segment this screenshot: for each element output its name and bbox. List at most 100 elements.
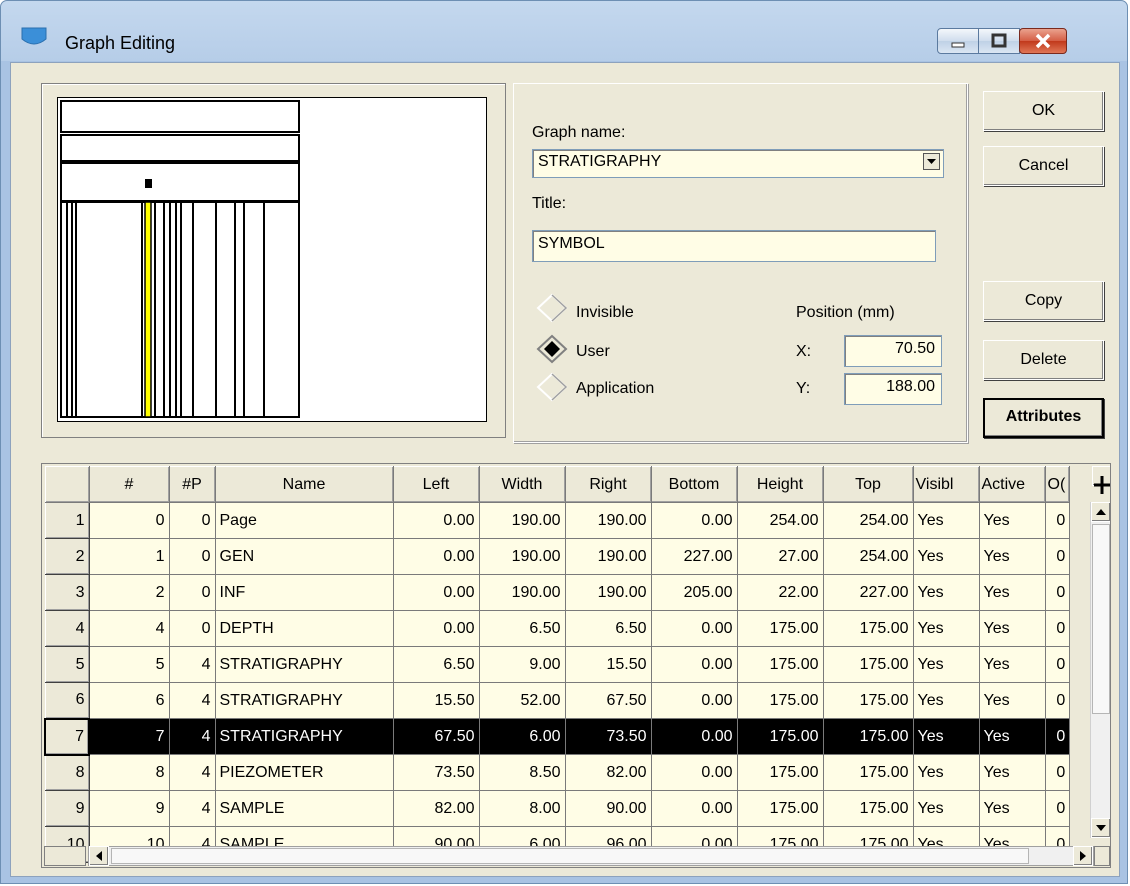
table-cell[interactable]: 175.00: [822, 682, 914, 719]
radio-application[interactable]: [536, 372, 576, 402]
table-cell[interactable]: 0.00: [650, 646, 738, 683]
table-cell[interactable]: 0.00: [650, 610, 738, 647]
table-row[interactable]: 4 4 0 DEPTH 0.00 6.50 6.50 0.00 175.00 175.00 Yes Y…: [44, 610, 1071, 647]
table-cell[interactable]: 67.50: [564, 682, 652, 719]
table-cell[interactable]: 4: [168, 790, 216, 827]
scroll-up-button[interactable]: [1091, 502, 1110, 522]
column-header[interactable]: Visibl: [912, 466, 980, 503]
table-cell[interactable]: 22.00: [736, 574, 824, 611]
add-column-button[interactable]: [1092, 466, 1110, 494]
table-cell[interactable]: 190.00: [478, 538, 566, 575]
table-cell[interactable]: 0: [168, 502, 216, 539]
table-cell[interactable]: 0.00: [392, 574, 480, 611]
table-cell[interactable]: 2: [88, 574, 170, 611]
vertical-scroll-thumb[interactable]: [1092, 524, 1110, 714]
table-cell[interactable]: Yes: [978, 646, 1046, 683]
column-header[interactable]: #: [88, 466, 170, 503]
dropdown-button[interactable]: [923, 153, 940, 170]
table-cell[interactable]: Yes: [978, 538, 1046, 575]
scroll-right-button[interactable]: [1073, 846, 1093, 866]
table-cell[interactable]: 0: [1044, 610, 1071, 647]
table-cell[interactable]: Yes: [912, 790, 980, 827]
radio-user[interactable]: [536, 334, 576, 364]
table-cell[interactable]: Yes: [978, 718, 1046, 755]
graph-name-combobox[interactable]: STRATIGRAPHY: [532, 149, 944, 178]
table-cell[interactable]: 1: [88, 538, 170, 575]
table-cell[interactable]: 6.50: [564, 610, 652, 647]
row-header[interactable]: 6: [44, 682, 90, 719]
table-cell[interactable]: Yes: [912, 502, 980, 539]
table-cell[interactable]: 4: [168, 718, 216, 755]
maximize-button[interactable]: [978, 28, 1020, 54]
table-row[interactable]: 9 9 4 SAMPLE 82.00 8.00 90.00 0.00 175.00 175.00 Y…: [44, 790, 1071, 827]
table-cell[interactable]: 175.00: [736, 718, 824, 755]
table-cell[interactable]: 8: [88, 754, 170, 791]
table-cell[interactable]: Yes: [978, 610, 1046, 647]
table-cell[interactable]: 0.00: [650, 790, 738, 827]
table-row[interactable]: 5 5 4 STRATIGRAPHY 6.50 9.00 15.50 0.00 175.00 17…: [44, 646, 1071, 683]
table-cell[interactable]: 0: [168, 574, 216, 611]
table-cell[interactable]: 15.50: [564, 646, 652, 683]
table-cell[interactable]: 0.00: [650, 718, 738, 755]
table-cell[interactable]: 175.00: [736, 790, 824, 827]
table-cell[interactable]: 67.50: [392, 718, 480, 755]
row-header[interactable]: 5: [44, 646, 90, 683]
table-row[interactable]: 6 6 4 STRATIGRAPHY 15.50 52.00 67.50 0.00 175.00…: [44, 682, 1071, 719]
table-row[interactable]: 3 2 0 INF 0.00 190.00 190.00 205.00 22.00 227.00 Y…: [44, 574, 1071, 611]
table-cell[interactable]: 0: [168, 538, 216, 575]
column-header[interactable]: #P: [168, 466, 216, 503]
table-cell[interactable]: 73.50: [392, 754, 480, 791]
row-header[interactable]: 9: [44, 790, 90, 827]
table-cell[interactable]: 175.00: [736, 610, 824, 647]
column-header[interactable]: Top: [822, 466, 914, 503]
row-header[interactable]: 3: [44, 574, 90, 611]
table-cell[interactable]: 0: [1044, 502, 1071, 539]
table-cell[interactable]: 190.00: [564, 502, 652, 539]
table-cell[interactable]: 6.50: [478, 610, 566, 647]
table-cell[interactable]: 227.00: [822, 574, 914, 611]
table-cell[interactable]: 4: [168, 646, 216, 683]
table-cell[interactable]: INF: [214, 574, 394, 611]
table-cell[interactable]: 0.00: [650, 754, 738, 791]
table-cell[interactable]: 0: [1044, 718, 1071, 755]
column-header[interactable]: Width: [478, 466, 566, 503]
table-cell[interactable]: 0.00: [392, 538, 480, 575]
table-cell[interactable]: 175.00: [736, 646, 824, 683]
table-cell[interactable]: 9: [88, 790, 170, 827]
table-cell[interactable]: 175.00: [736, 682, 824, 719]
table-cell[interactable]: 175.00: [822, 718, 914, 755]
table-cell[interactable]: 4: [88, 610, 170, 647]
close-button[interactable]: [1019, 28, 1067, 54]
table-cell[interactable]: SAMPLE: [214, 790, 394, 827]
row-header[interactable]: 1: [44, 502, 90, 539]
table-cell[interactable]: PIEZOMETER: [214, 754, 394, 791]
table-cell[interactable]: 52.00: [478, 682, 566, 719]
table-cell[interactable]: 0.00: [650, 682, 738, 719]
table-cell[interactable]: 90.00: [564, 790, 652, 827]
cancel-button[interactable]: Cancel: [983, 146, 1104, 186]
table-cell[interactable]: Yes: [912, 646, 980, 683]
table-cell[interactable]: 15.50: [392, 682, 480, 719]
table-cell[interactable]: 0: [88, 502, 170, 539]
ok-button[interactable]: OK: [983, 91, 1104, 131]
table-cell[interactable]: 9.00: [478, 646, 566, 683]
table-cell[interactable]: 73.50: [564, 718, 652, 755]
table-cell[interactable]: 6: [88, 682, 170, 719]
table-cell[interactable]: 7: [88, 718, 170, 755]
table-cell[interactable]: 227.00: [650, 538, 738, 575]
table-cell[interactable]: 175.00: [822, 790, 914, 827]
table-cell[interactable]: 190.00: [478, 502, 566, 539]
horizontal-scrollbar[interactable]: [88, 846, 1094, 866]
table-cell[interactable]: 175.00: [736, 754, 824, 791]
table-cell[interactable]: Yes: [912, 718, 980, 755]
table-cell[interactable]: 254.00: [822, 502, 914, 539]
table-cell[interactable]: 6.50: [392, 646, 480, 683]
radio-invisible[interactable]: [536, 293, 576, 323]
table-cell[interactable]: Yes: [912, 610, 980, 647]
table-cell[interactable]: 82.00: [392, 790, 480, 827]
delete-button[interactable]: Delete: [983, 340, 1104, 380]
table-cell[interactable]: Yes: [978, 754, 1046, 791]
column-header[interactable]: Right: [564, 466, 652, 503]
table-cell[interactable]: STRATIGRAPHY: [214, 646, 394, 683]
table-cell[interactable]: Yes: [912, 682, 980, 719]
